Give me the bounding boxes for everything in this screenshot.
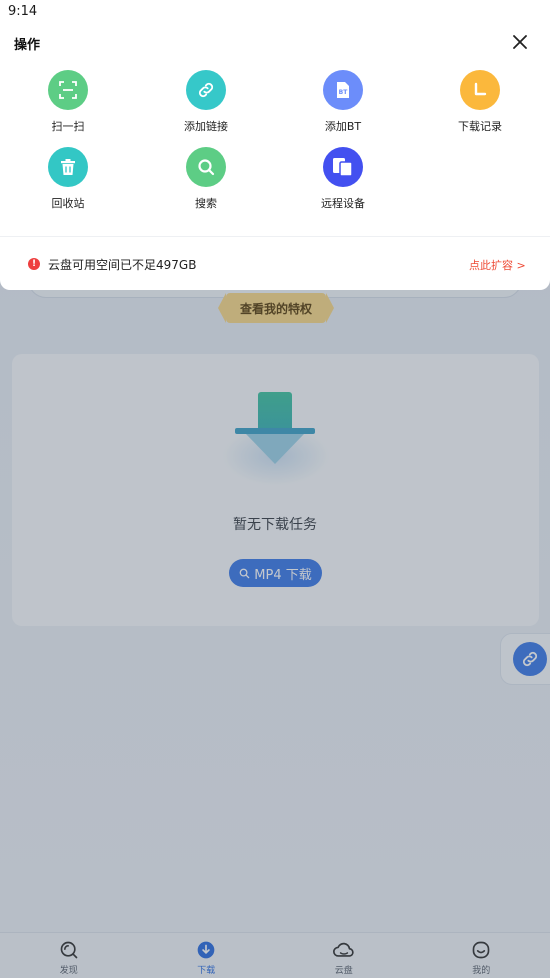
storage-warning: ! 云盘可用空间已不足497GB (28, 255, 196, 273)
action-recycle-bin-label: 回收站 (51, 197, 85, 210)
bt-badge-text: BT (339, 89, 349, 96)
action-add-link-label: 添加链接 (184, 120, 228, 133)
action-search[interactable]: 搜索 (151, 147, 261, 211)
search-icon (186, 147, 226, 187)
devices-icon (323, 147, 363, 187)
action-download-history-label: 下载记录 (458, 120, 502, 133)
action-add-bt[interactable]: BT 添加BT (288, 70, 398, 134)
action-remote-devices-label: 远程设备 (321, 197, 365, 210)
close-icon (513, 35, 527, 49)
trash-icon (48, 147, 88, 187)
action-download-history[interactable]: 下载记录 (425, 70, 535, 134)
status-time: 9:14 (8, 4, 38, 19)
status-bar: 9:14 (0, 0, 550, 24)
action-scan[interactable]: 扫一扫 (13, 70, 123, 134)
scan-icon (48, 70, 88, 110)
action-search-label: 搜索 (195, 197, 217, 210)
warning-icon: ! (28, 258, 40, 270)
clock-icon (460, 70, 500, 110)
action-remote-devices[interactable]: 远程设备 (288, 147, 398, 211)
storage-warning-text: 云盘可用空间已不足497GB (48, 257, 197, 272)
action-add-link[interactable]: 添加链接 (151, 70, 261, 134)
close-button[interactable] (508, 30, 532, 54)
sheet-title: 操作 (14, 38, 41, 53)
action-recycle-bin[interactable]: 回收站 (13, 147, 123, 211)
actions-sheet: 操作 扫一扫 添加链接 BT 添加BT 下载记录 回收站 搜索 远程设备 ! 云… (0, 0, 550, 290)
link-icon (186, 70, 226, 110)
sheet-divider (0, 236, 550, 237)
bt-file-icon: BT (323, 70, 363, 110)
expand-storage-link[interactable]: 点此扩容 > (469, 257, 526, 273)
action-scan-label: 扫一扫 (51, 120, 85, 133)
action-add-bt-label: 添加BT (324, 120, 362, 133)
